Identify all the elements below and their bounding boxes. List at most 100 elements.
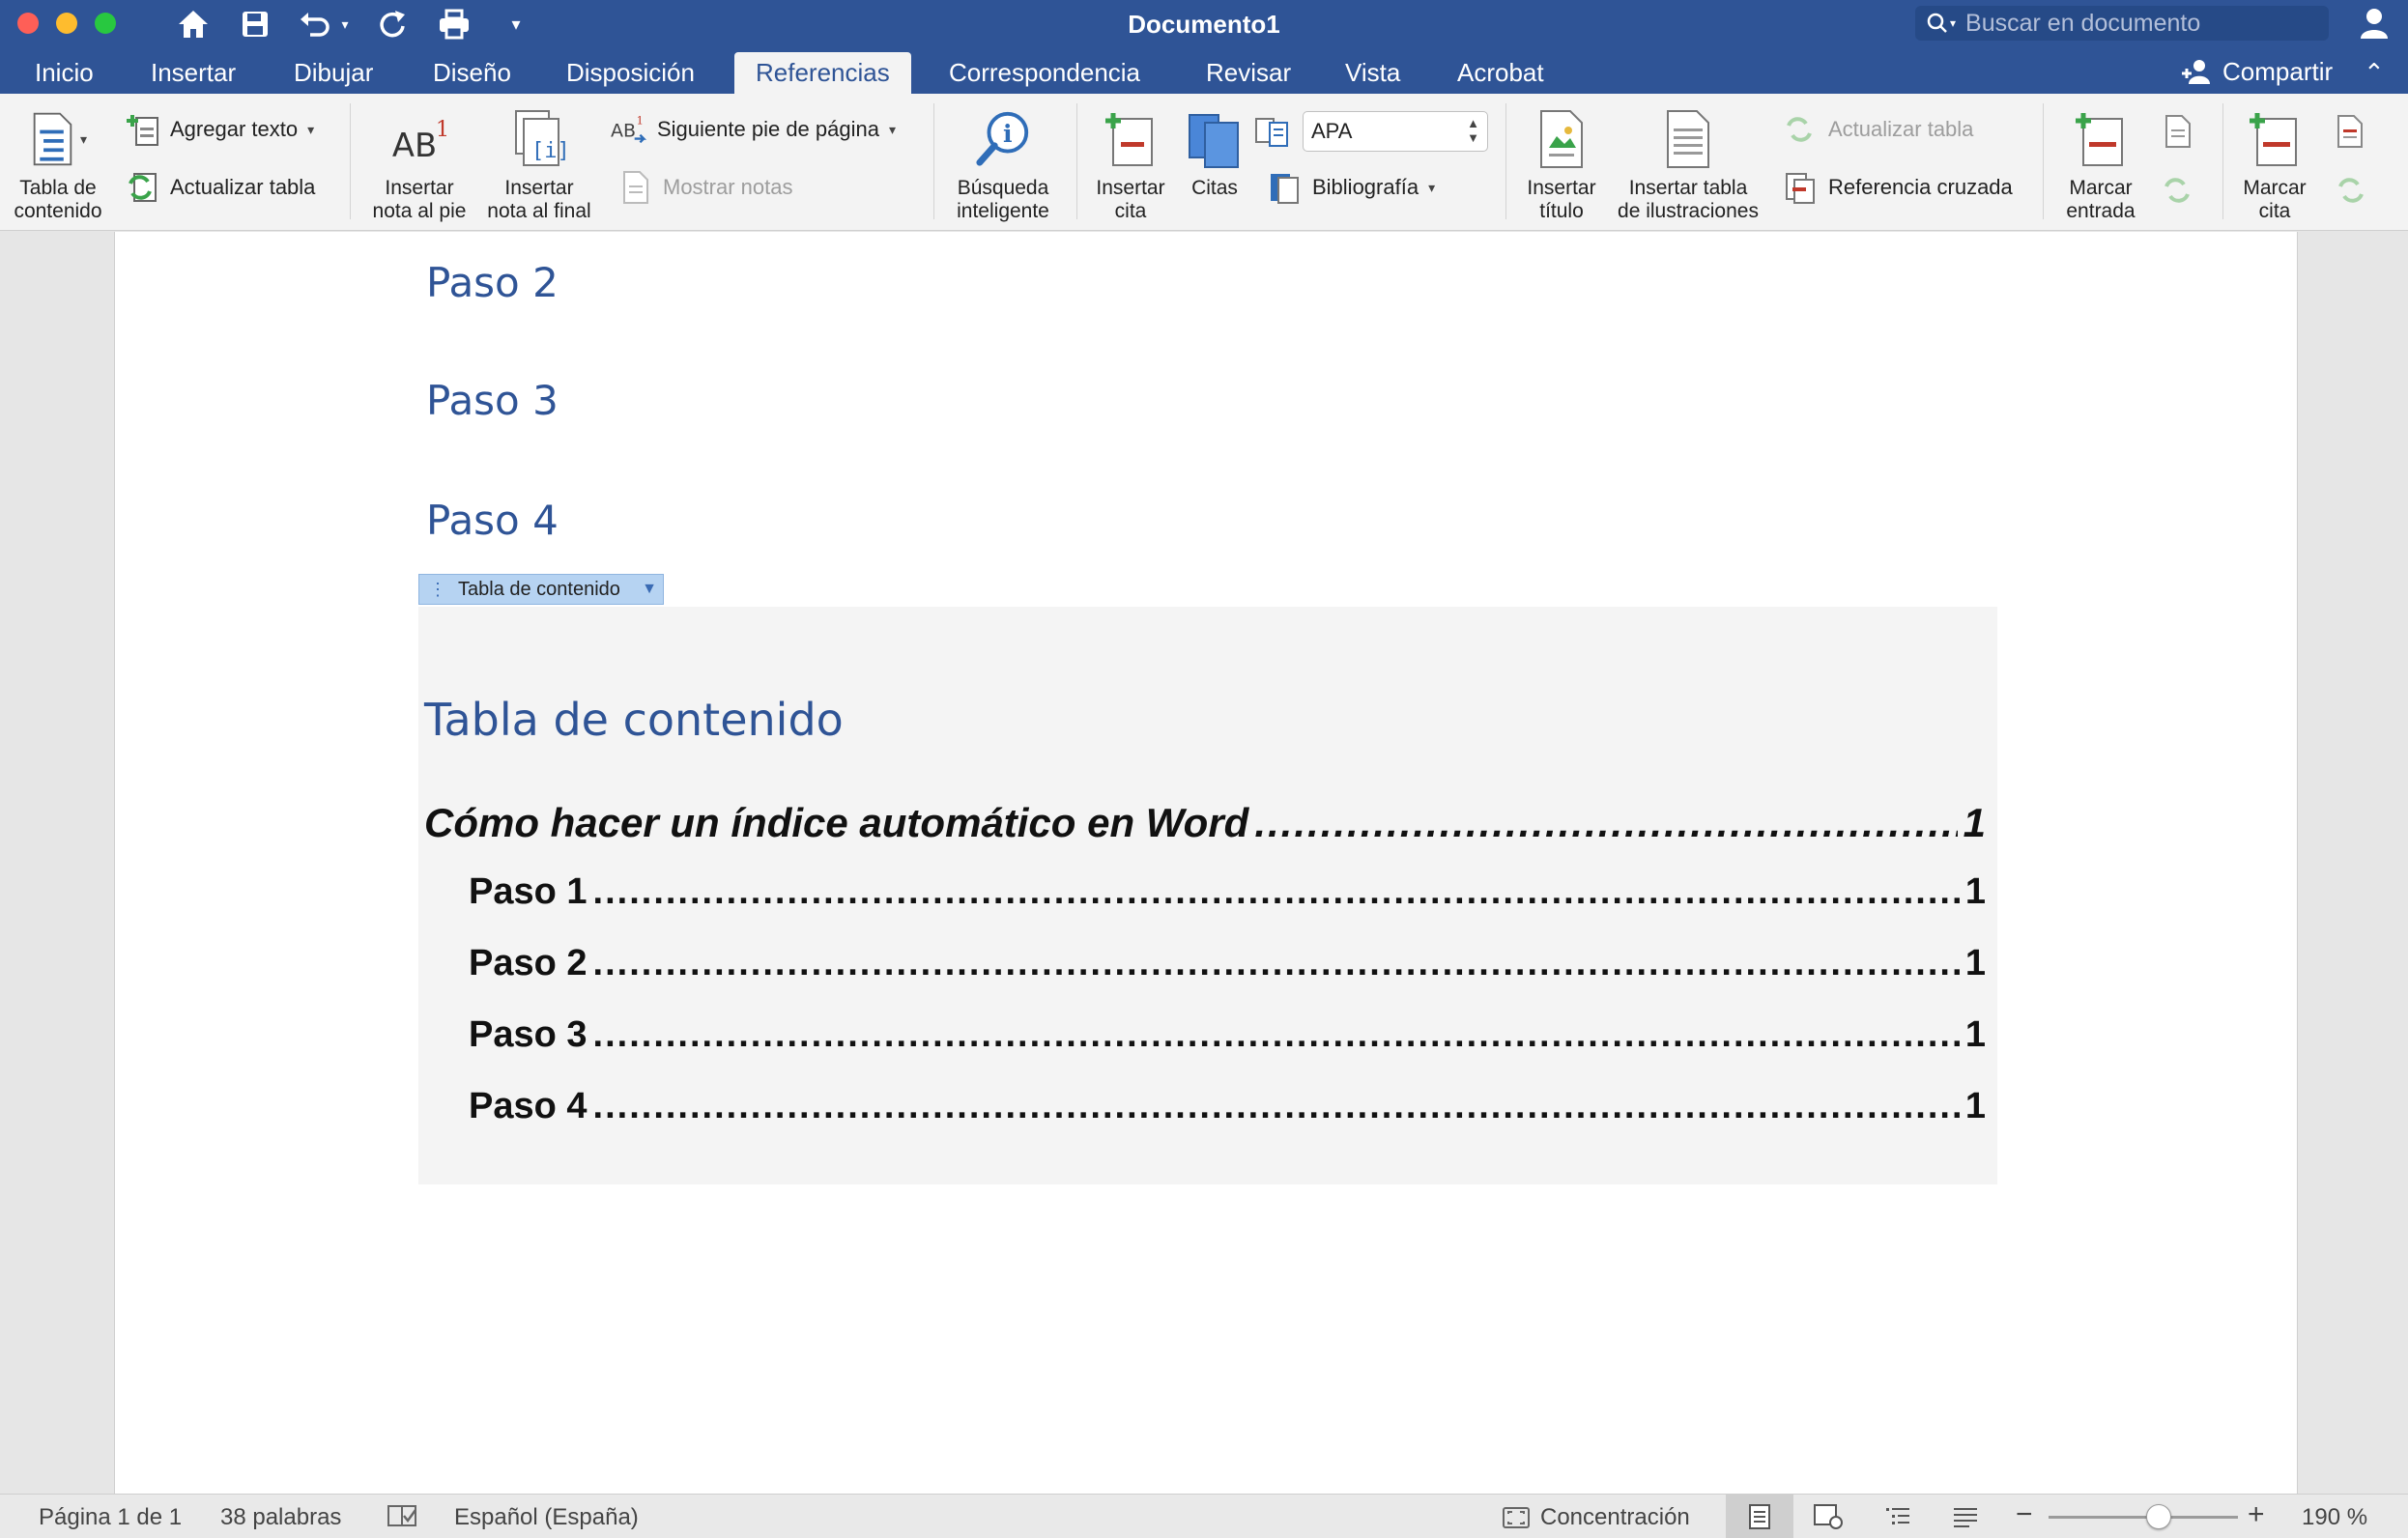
focus-icon <box>1503 1507 1530 1528</box>
word-count[interactable]: 38 palabras <box>220 1504 341 1531</box>
tab-dibujar[interactable]: Dibujar <box>272 52 394 94</box>
tab-disposicion[interactable]: Disposición <box>545 52 716 94</box>
toc-content-control-tab[interactable]: ⋮ Tabla de contenido ▼ <box>418 574 664 605</box>
tab-correspondencia[interactable]: Correspondencia <box>928 52 1161 94</box>
bibliography-dropdown-icon[interactable]: ▾ <box>1428 180 1435 196</box>
insert-endnote-button[interactable]: [i] Insertar nota al final <box>479 109 599 223</box>
mark-citation-line2: cita <box>2258 200 2291 222</box>
language[interactable]: Español (España) <box>454 1504 639 1531</box>
update-table-of-authorities-icon[interactable] <box>2333 171 2369 208</box>
title-bar: ▾ ▾ Documento1 ▾ <box>0 0 2408 48</box>
zoom-slider[interactable] <box>2049 1504 2238 1529</box>
home-icon[interactable] <box>174 6 213 43</box>
toc-entry-page: 1 <box>1963 800 1986 845</box>
add-text-button[interactable]: Agregar texto ▾ <box>124 111 314 148</box>
insert-citation-button[interactable]: Insertar cita <box>1082 109 1179 223</box>
document-area[interactable]: Paso 2 Paso 3 Paso 4 ⋮ Tabla de contenid… <box>0 232 2408 1494</box>
tab-acrobat[interactable]: Acrobat <box>1436 52 1565 94</box>
insert-footnote-line2: nota al pie <box>372 200 467 222</box>
mark-entry-button[interactable]: Marcar entrada <box>2056 109 2145 223</box>
search-box[interactable]: ▾ <box>1915 6 2329 41</box>
update-table-button[interactable]: Actualizar tabla <box>124 169 315 206</box>
toc-dropdown-icon[interactable]: ▾ <box>80 128 87 151</box>
cross-reference-label: Referencia cruzada <box>1828 175 2013 199</box>
toc-entry[interactable]: Paso 2 .................................… <box>469 943 1986 984</box>
maximize-window-button[interactable] <box>95 13 116 34</box>
account-icon[interactable] <box>2358 6 2396 43</box>
print-layout-view-button[interactable] <box>1726 1495 1793 1538</box>
toc-entry-text: Paso 1 <box>469 871 588 912</box>
undo-icon[interactable] <box>296 6 334 43</box>
toc-title: Tabla de contenido <box>424 694 844 746</box>
add-text-dropdown-icon[interactable]: ▾ <box>307 122 314 138</box>
next-footnote-button[interactable]: AB 1 Siguiente pie de página ▾ <box>611 111 896 148</box>
outline-view-button[interactable] <box>1877 1502 1919 1531</box>
tab-revisar[interactable]: Revisar <box>1185 52 1312 94</box>
svg-text:AB: AB <box>392 127 437 163</box>
search-options-icon[interactable]: ▾ <box>1950 16 1956 30</box>
tab-vista[interactable]: Vista <box>1324 52 1421 94</box>
tab-diseno[interactable]: Diseño <box>412 52 532 94</box>
zoom-in-button[interactable]: + <box>2248 1498 2265 1531</box>
toc-entry[interactable]: Paso 3 .................................… <box>469 1014 1986 1056</box>
draft-view-button[interactable] <box>1944 1502 1987 1531</box>
next-footnote-dropdown-icon[interactable]: ▾ <box>889 122 896 138</box>
insert-caption-button[interactable]: Insertar título <box>1515 109 1608 223</box>
save-icon[interactable] <box>236 6 274 43</box>
citation-style-select[interactable]: APA ▲ ▼ <box>1303 111 1488 152</box>
tab-insertar[interactable]: Insertar <box>129 52 257 94</box>
table-of-contents-button[interactable]: ▾ Tabla de contenido <box>8 109 108 223</box>
zoom-slider-thumb[interactable] <box>2146 1504 2172 1529</box>
citations-button[interactable]: Citas <box>1181 109 1248 200</box>
zoom-out-button[interactable]: − <box>2016 1498 2033 1531</box>
proofing-icon[interactable] <box>387 1502 419 1529</box>
mark-entry-line1: Marcar <box>2069 177 2133 199</box>
minimize-window-button[interactable] <box>56 13 77 34</box>
tab-inicio[interactable]: Inicio <box>14 52 115 94</box>
toc-entry[interactable]: Paso 1 .................................… <box>469 871 1986 913</box>
tab-referencias[interactable]: Referencias <box>734 52 911 94</box>
toc-entry[interactable]: Cómo hacer un índice automático en Word … <box>424 800 1986 846</box>
collapse-ribbon-icon[interactable]: ⌃ <box>2364 58 2385 88</box>
toc-tag-dropdown-icon[interactable]: ▼ <box>642 581 657 598</box>
customize-toolbar-icon[interactable]: ▾ <box>497 6 535 43</box>
document-page[interactable]: Paso 2 Paso 3 Paso 4 ⋮ Tabla de contenid… <box>114 232 2298 1494</box>
update-table-figures-button[interactable]: Actualizar tabla <box>1782 111 1973 148</box>
insert-citation-line2: cita <box>1114 200 1147 222</box>
insert-index-icon[interactable] <box>2159 113 2195 150</box>
share-button[interactable]: Compartir <box>2180 54 2333 89</box>
mark-citation-button[interactable]: Marcar cita <box>2230 109 2319 223</box>
smart-lookup-button[interactable]: i Búsqueda inteligente <box>945 109 1061 223</box>
toc-entry-leader: ........................................… <box>1254 800 1957 845</box>
insert-citation-line1: Insertar <box>1096 177 1165 199</box>
insert-caption-line1: Insertar <box>1527 177 1596 199</box>
bibliography-button[interactable]: Bibliografía ▾ <box>1266 169 1435 206</box>
manage-sources-icon[interactable] <box>1254 113 1291 150</box>
insert-table-of-authorities-icon[interactable] <box>2333 113 2369 150</box>
toc-entry-text: Paso 3 <box>469 1014 588 1055</box>
search-input[interactable] <box>1965 9 2314 38</box>
show-notes-button[interactable]: Mostrar notas <box>616 169 793 206</box>
heading-paso-3[interactable]: Paso 3 <box>426 377 559 424</box>
drag-handle-icon[interactable]: ⋮ <box>429 580 446 600</box>
zoom-level[interactable]: 190 % <box>2302 1504 2367 1531</box>
heading-paso-2[interactable]: Paso 2 <box>426 259 559 306</box>
redo-icon[interactable] <box>373 6 412 43</box>
search-icon <box>1927 13 1947 33</box>
draft-icon <box>1954 1508 1977 1527</box>
heading-paso-4[interactable]: Paso 4 <box>426 497 559 544</box>
web-layout-view-button[interactable] <box>1807 1502 1849 1531</box>
focus-mode-button[interactable]: Concentración <box>1502 1504 1690 1531</box>
undo-dropdown-icon[interactable]: ▾ <box>334 6 356 43</box>
toc-entry[interactable]: Paso 4 .................................… <box>469 1086 1986 1127</box>
update-index-icon[interactable] <box>2159 171 2195 208</box>
cross-reference-button[interactable]: Referencia cruzada <box>1782 169 2013 206</box>
table-of-contents[interactable]: Tabla de contenido Cómo hacer un índice … <box>418 607 1997 1184</box>
print-icon[interactable] <box>435 6 473 43</box>
page-count[interactable]: Página 1 de 1 <box>39 1504 182 1531</box>
insert-table-of-figures-button[interactable]: Insertar tabla de ilustraciones <box>1608 109 1768 223</box>
ribbon-separator <box>1505 103 1506 219</box>
insert-footnote-button[interactable]: AB 1 Insertar nota al pie <box>363 109 475 223</box>
close-window-button[interactable] <box>17 13 39 34</box>
web-layout-icon <box>1814 1504 1843 1529</box>
